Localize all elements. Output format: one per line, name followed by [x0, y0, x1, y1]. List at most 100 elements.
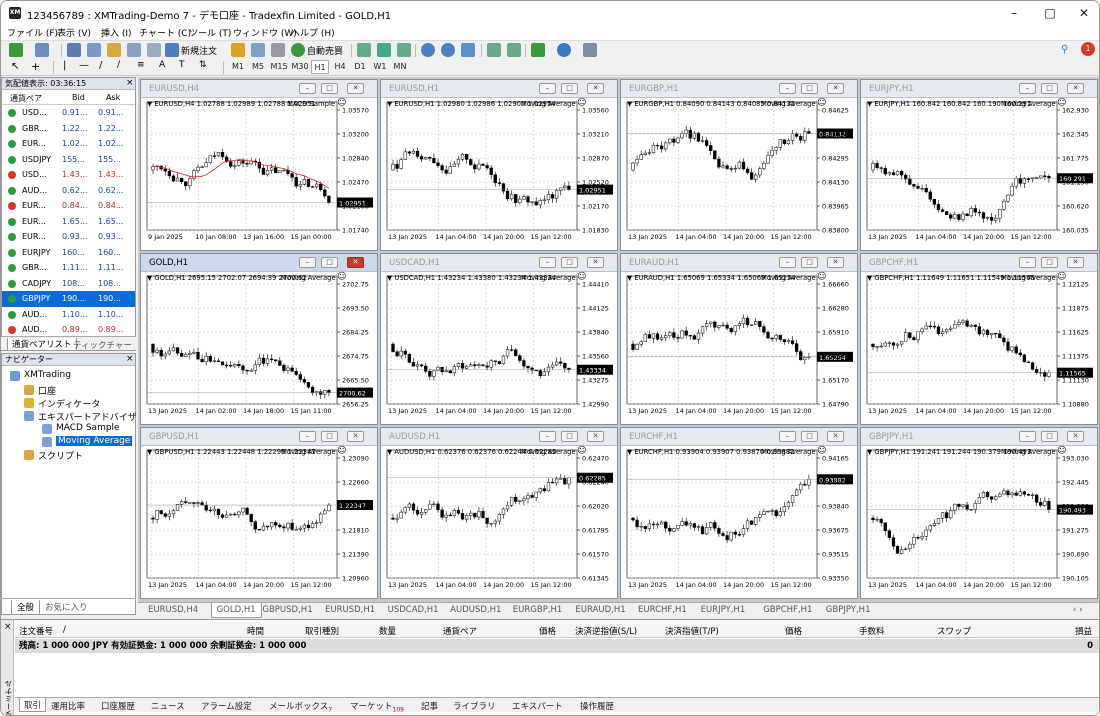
maximize-button[interactable]: □ [1033, 1, 1067, 25]
chart-window[interactable]: EURUSD,H1– □ ✕ 1.02951 1.03560 1.03210 1.02870… [380, 79, 618, 251]
column-commission[interactable]: 手数料 [859, 625, 885, 637]
timeframe-h1[interactable]: H1 [311, 60, 329, 74]
market-watch-row[interactable]: USDJPY 155... 155... [2, 152, 135, 168]
column-sort[interactable]: / [63, 625, 66, 635]
market-watch-row[interactable]: EUR... 0.84... 0.84... [2, 198, 135, 214]
chart-tab[interactable]: EURUSD,H4 [148, 605, 198, 615]
menu-help[interactable]: ヘルプ (H) [291, 26, 335, 39]
notification-badge[interactable]: 1 [1081, 42, 1095, 56]
chart-tab[interactable]: EURUSD,H1 [325, 605, 375, 615]
chart-window[interactable]: GBPUSD,H1– □ ✕ 1.22347 1.23090 1.22660 1.22240… [140, 427, 378, 599]
menu-chart[interactable]: チャート (C) [139, 26, 191, 39]
chart-window[interactable]: EURCHF,H1– □ ✕ 0.93882 0.94165 0.94000 0.93840… [620, 427, 858, 599]
chart-window[interactable]: EURJPY,H1– □ ✕ 160.291 162.930 162.345 161.775… [860, 79, 1098, 251]
chart-window[interactable]: EURUSD,H4– □ ✕ 1.02951 1.03570 1.03200 1.02840… [140, 79, 378, 251]
minimize-button[interactable]: – [997, 1, 1031, 25]
close-button[interactable]: ✕ [1067, 1, 1099, 25]
chart-tab[interactable]: EURCHF,H1 [638, 605, 687, 615]
vps-icon[interactable] [271, 43, 285, 57]
line-chart-icon[interactable] [397, 43, 411, 57]
tab-general[interactable]: 全般 [11, 600, 41, 615]
menu-tools[interactable]: ツール (T) [189, 26, 231, 39]
terminal-tab[interactable]: アラーム設定 [201, 700, 252, 712]
terminal-tab[interactable]: ライブラリ [453, 700, 496, 712]
column-swap[interactable]: スワップ [937, 625, 971, 637]
column-symbol[interactable]: 通貨ペア [10, 93, 42, 104]
candlestick-icon[interactable] [377, 43, 391, 57]
chart-tab[interactable]: EURJPY,H1 [701, 605, 746, 615]
terminal-tab[interactable]: 記事 [421, 700, 438, 712]
auto-trade-button[interactable]: 自動売買 [307, 44, 343, 57]
column-symbol[interactable]: 通貨ペア [443, 625, 477, 637]
cursor-icon[interactable]: ↖ [11, 61, 19, 72]
timeframe-m1[interactable]: M1 [229, 60, 247, 74]
templates-icon[interactable] [583, 43, 597, 57]
new-chart-icon[interactable] [9, 43, 23, 57]
terminal-tab[interactable]: エキスパート [512, 700, 563, 712]
terminal-tab[interactable]: 取引 [19, 698, 47, 712]
menu-file[interactable]: ファイル (F) [7, 26, 58, 39]
timeframe-m15[interactable]: M15 [269, 60, 289, 74]
column-bid[interactable]: Bid [72, 93, 85, 102]
chart-tab[interactable]: GOLD,H1 [210, 603, 262, 618]
profiles-icon[interactable] [35, 43, 49, 57]
chart-tab-scroll-icon[interactable]: ‹ › [1073, 605, 1083, 615]
indicators-icon[interactable] [531, 43, 545, 57]
market-watch-row[interactable]: GBPJPY 190... 190... [2, 291, 135, 307]
chart-window[interactable]: AUDUSD,H1– □ ✕ 0.62285 0.62470 0.62240 0.62020… [380, 427, 618, 599]
menu-window[interactable]: ウィンドウ (W) [233, 26, 297, 39]
tab-favorites[interactable]: お気に入り [45, 601, 88, 613]
chart-tab[interactable]: EURAUD,H1 [575, 605, 625, 615]
column-type[interactable]: 取引種別 [305, 625, 339, 637]
chart-window[interactable]: USDCAD,H1– □ ✕ 1.43334 1.44410 1.44125 1.43840… [380, 253, 618, 425]
chart-window[interactable]: GBPJPY,H1– □ ✕ 190.493 193.030 192.445 191.860… [860, 427, 1098, 599]
chart-window[interactable]: EURAUD,H1– □ ✕ 1.65254 1.66660 1.66280 1.65910… [620, 253, 858, 425]
auto-trade-icon[interactable] [291, 43, 305, 57]
chart-tab[interactable]: GBPUSD,H1 [262, 605, 312, 615]
market-watch-row[interactable]: GBR... 1.11... 1.11... [2, 260, 135, 276]
new-order-button[interactable]: 新規注文 [181, 44, 217, 57]
timeframe-m30[interactable]: M30 [290, 60, 310, 74]
terminal-tab[interactable]: メールボックス7 [269, 700, 332, 714]
menu-view[interactable]: 表示 (V) [57, 26, 91, 39]
market-watch-row[interactable]: AUD... 1.10... 1.10... [2, 307, 135, 323]
terminal-tab[interactable]: ニュース [151, 700, 185, 712]
market-watch-row[interactable]: EUR... 0.93... 0.93... [2, 229, 135, 245]
arrows-icon[interactable]: ⇅ [199, 60, 207, 70]
column-tp[interactable]: 決済指値(T/P) [665, 625, 719, 637]
column-sl[interactable]: 決済逆指値(S/L) [575, 625, 637, 637]
nav-item-indicators[interactable]: インディケータ [38, 397, 100, 410]
signals-icon[interactable] [251, 43, 265, 57]
market-watch-row[interactable]: AUD... 0.62... 0.62... [2, 183, 135, 199]
periods-icon[interactable] [557, 43, 571, 57]
nav-item-scripts[interactable]: スクリプト [38, 449, 83, 462]
close-icon[interactable]: × [4, 622, 12, 632]
terminal-tab[interactable]: 運用比率 [51, 700, 85, 712]
market-watch-row[interactable]: CADJPY 108... 108... [2, 276, 135, 292]
nav-item-accounts[interactable]: 口座 [38, 384, 56, 397]
close-icon[interactable]: × [126, 78, 134, 88]
tab-symbol-list[interactable]: 通貨ペアリスト [7, 338, 77, 351]
chart-window[interactable]: GBPCHF,H1– □ ✕ 1.11565 1.12125 1.11875 1.11625… [860, 253, 1098, 425]
horizontal-line-icon[interactable]: — [79, 60, 89, 71]
nav-item-experts[interactable]: エキスパートアドバイザ [38, 410, 137, 423]
text-label-icon[interactable]: T [179, 60, 185, 70]
column-volume[interactable]: 数量 [379, 625, 396, 637]
bar-chart-icon[interactable] [357, 43, 371, 57]
market-watch-row[interactable]: USD... 1.43... 1.43... [2, 167, 135, 183]
tile-windows-icon[interactable] [461, 43, 475, 57]
zoom-out-icon[interactable] [441, 43, 455, 57]
nav-item-moving-average[interactable]: Moving Average [56, 436, 133, 446]
market-watch-row[interactable]: GBR... 1.22... 1.22... [2, 121, 135, 137]
timeframe-d1[interactable]: D1 [351, 60, 369, 74]
market-watch-row[interactable]: EURJPY 160... 160... [2, 245, 135, 261]
zoom-in-icon[interactable] [421, 43, 435, 57]
terminal-icon[interactable] [127, 43, 141, 57]
chart-tab[interactable]: USDCAD,H1 [388, 605, 439, 615]
close-icon[interactable]: × [126, 354, 134, 364]
new-order-icon[interactable] [165, 43, 179, 57]
chart-tab[interactable]: EURGBP,H1 [513, 605, 563, 615]
chart-window[interactable]: GOLD,H1– □ ✕ 2700.62 2702.75 2693.50 2684.25 26… [140, 253, 378, 425]
timeframe-mn[interactable]: MN [391, 60, 409, 74]
terminal-tab[interactable]: 操作履歴 [580, 700, 614, 712]
